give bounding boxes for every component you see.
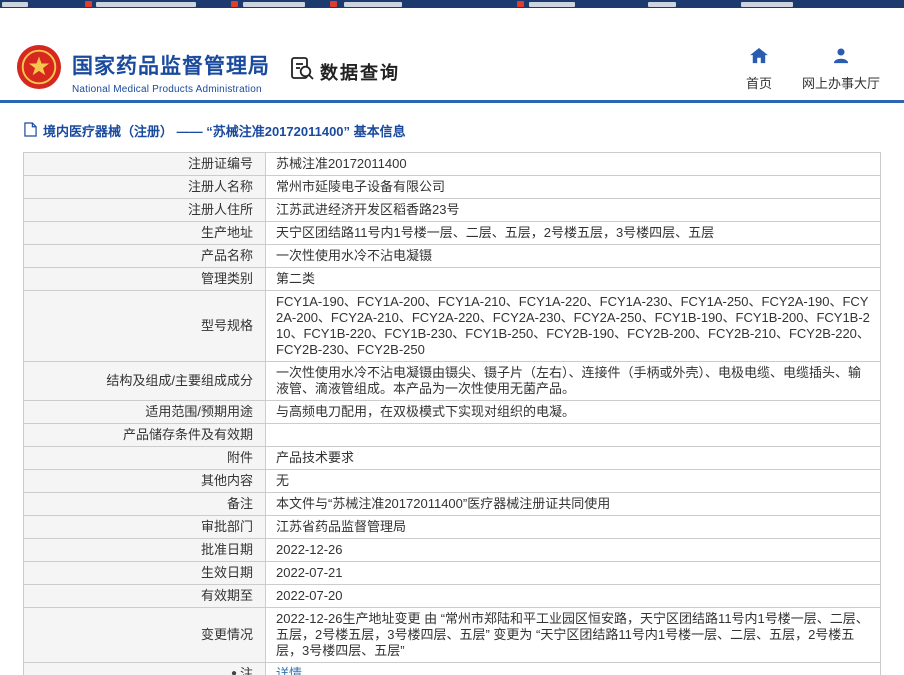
- user-icon: [832, 48, 850, 69]
- table-row: 其他内容无: [24, 470, 880, 493]
- row-label: 审批部门: [24, 516, 266, 538]
- row-value: 与高频电刀配用，在双极模式下实现对组织的电凝。: [266, 401, 880, 423]
- row-label: 生产地址: [24, 222, 266, 244]
- row-value: 天宁区团结路11号内1号楼一层、二层、五层，2号楼五层，3号楼四层、五层: [266, 222, 880, 244]
- note-icon: ●: [231, 666, 237, 675]
- details-link[interactable]: 详情: [276, 666, 302, 675]
- nav-hall-label: 网上办事大厅: [802, 73, 880, 92]
- table-row: 产品名称一次性使用水冷不沾电凝镊: [24, 245, 880, 268]
- data-query-icon: [289, 56, 315, 87]
- topbar-text-fragment: [741, 2, 793, 7]
- table-row: 审批部门江苏省药品监督管理局: [24, 516, 880, 539]
- row-label: 适用范围/预期用途: [24, 401, 266, 423]
- nav-service-hall[interactable]: 网上办事大厅: [802, 48, 880, 92]
- row-label: 附件: [24, 447, 266, 469]
- nav-home-label: 首页: [746, 73, 772, 92]
- row-value: 2022-07-20: [266, 585, 880, 607]
- nav-home[interactable]: 首页: [746, 48, 772, 92]
- row-value: 常州市延陵电子设备有限公司: [266, 176, 880, 198]
- table-row: 产品储存条件及有效期: [24, 424, 880, 447]
- topbar-text-fragment: [96, 2, 196, 7]
- topbar-text-fragment: [344, 2, 402, 7]
- table-row: 管理类别第二类: [24, 268, 880, 291]
- table-row: 备注本文件与“苏械注准20172011400”医疗器械注册证共同使用: [24, 493, 880, 516]
- topbar-app-icon: [517, 1, 524, 7]
- breadcrumb: 境内医疗器械（注册） —— “苏械注准20172011400” 基本信息: [24, 121, 904, 140]
- data-query-label: 数据查询: [320, 59, 400, 85]
- row-value: 一次性使用水冷不沾电凝镊: [266, 245, 880, 267]
- topbar-app-icon: [330, 1, 337, 7]
- row-value: 一次性使用水冷不沾电凝镊由镊尖、镊子片（左右）、连接件（手柄或外壳）、电极电缆、…: [266, 362, 880, 400]
- row-value: 本文件与“苏械注准20172011400”医疗器械注册证共同使用: [266, 493, 880, 515]
- site-header: 国家药品监督管理局 National Medical Products Admi…: [0, 8, 904, 100]
- topbar-text-fragment: [2, 2, 28, 7]
- table-row: 有效期至2022-07-20: [24, 585, 880, 608]
- nmpa-emblem-icon: [16, 44, 62, 90]
- table-row: 结构及组成/主要组成成分一次性使用水冷不沾电凝镊由镊尖、镊子片（左右）、连接件（…: [24, 362, 880, 401]
- table-row: 变更情况2022-12-26生产地址变更 由 “常州市郑陆和平工业园区恒安路，天…: [24, 608, 880, 663]
- table-row: 生效日期2022-07-21: [24, 562, 880, 585]
- row-label: ●注: [24, 663, 266, 675]
- table-row: 注册证编号苏械注准20172011400: [24, 153, 880, 176]
- table-row: 附件产品技术要求: [24, 447, 880, 470]
- table-row: 注册人名称常州市延陵电子设备有限公司: [24, 176, 880, 199]
- row-value: 江苏武进经济开发区稻香路23号: [266, 199, 880, 221]
- row-label: 有效期至: [24, 585, 266, 607]
- row-label: 变更情况: [24, 608, 266, 662]
- topbar: [0, 0, 904, 8]
- row-value: 苏械注准20172011400: [266, 153, 880, 175]
- table-row: 注册人住所江苏武进经济开发区稻香路23号: [24, 199, 880, 222]
- org-name-en: National Medical Products Administration: [72, 84, 270, 95]
- row-label: 备注: [24, 493, 266, 515]
- row-value: 2022-12-26: [266, 539, 880, 561]
- topbar-text-fragment: [243, 2, 305, 7]
- org-title-block: 国家药品监督管理局 National Medical Products Admi…: [72, 50, 270, 95]
- org-name-cn: 国家药品监督管理局: [72, 50, 270, 80]
- breadcrumb-text: 境内医疗器械（注册） —— “苏械注准20172011400” 基本信息: [43, 121, 406, 140]
- table-row: 批准日期2022-12-26: [24, 539, 880, 562]
- row-value: 产品技术要求: [266, 447, 880, 469]
- row-value: 2022-12-26生产地址变更 由 “常州市郑陆和平工业园区恒安路，天宁区团结…: [266, 608, 880, 662]
- row-label: 注册人名称: [24, 176, 266, 198]
- row-value: 详情: [266, 663, 880, 675]
- info-table: 注册证编号苏械注准20172011400注册人名称常州市延陵电子设备有限公司注册…: [23, 152, 881, 675]
- document-icon: [24, 122, 37, 140]
- row-label: 产品储存条件及有效期: [24, 424, 266, 446]
- data-query-tab[interactable]: 数据查询: [289, 56, 400, 87]
- table-row: ●注 详情: [24, 663, 880, 675]
- header-divider: [0, 100, 904, 103]
- row-value: 江苏省药品监督管理局: [266, 516, 880, 538]
- row-value: 无: [266, 470, 880, 492]
- topbar-app-icon: [231, 1, 238, 7]
- row-label: 其他内容: [24, 470, 266, 492]
- row-label: 管理类别: [24, 268, 266, 290]
- row-value: [266, 424, 880, 446]
- table-row: 生产地址天宁区团结路11号内1号楼一层、二层、五层，2号楼五层，3号楼四层、五层: [24, 222, 880, 245]
- row-label: 批准日期: [24, 539, 266, 561]
- row-label: 型号规格: [24, 291, 266, 361]
- row-value: 2022-07-21: [266, 562, 880, 584]
- topbar-text-fragment: [529, 2, 575, 7]
- nmpa-logo[interactable]: [16, 44, 62, 90]
- home-icon: [750, 48, 768, 69]
- row-label: 产品名称: [24, 245, 266, 267]
- row-label: 注册人住所: [24, 199, 266, 221]
- topbar-text-fragment: [648, 2, 676, 7]
- row-label: 结构及组成/主要组成成分: [24, 362, 266, 400]
- topbar-app-icon: [85, 1, 92, 7]
- header-nav: 首页 网上办事大厅: [746, 48, 880, 92]
- row-value: 第二类: [266, 268, 880, 290]
- row-label: 生效日期: [24, 562, 266, 584]
- row-value: FCY1A-190、FCY1A-200、FCY1A-210、FCY1A-220、…: [266, 291, 880, 361]
- table-row: 型号规格FCY1A-190、FCY1A-200、FCY1A-210、FCY1A-…: [24, 291, 880, 362]
- row-label: 注册证编号: [24, 153, 266, 175]
- table-row: 适用范围/预期用途与高频电刀配用，在双极模式下实现对组织的电凝。: [24, 401, 880, 424]
